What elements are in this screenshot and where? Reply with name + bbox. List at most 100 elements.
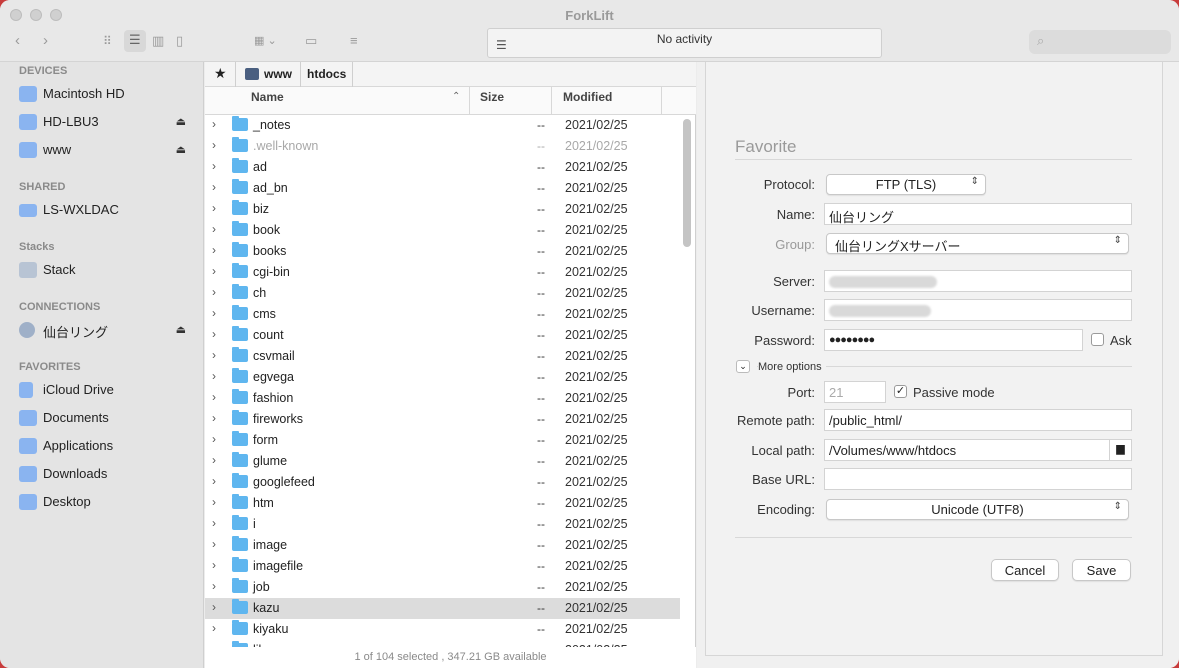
table-row[interactable]: › biz -- 2021/02/25 [205,199,680,220]
port-field[interactable]: 21 [824,381,886,403]
disclosure-chevron-icon[interactable]: › [212,474,216,488]
table-row[interactable]: › egvega -- 2021/02/25 [205,367,680,388]
table-row[interactable]: › kiyaku -- 2021/02/25 [205,619,680,640]
table-row[interactable]: › googlefeed -- 2021/02/25 [205,472,680,493]
disclosure-chevron-icon[interactable]: › [212,369,216,383]
name-field[interactable]: 仙台リング [824,203,1132,225]
table-row[interactable]: › htm -- 2021/02/25 [205,493,680,514]
table-row[interactable]: › books -- 2021/02/25 [205,241,680,262]
list-view-button[interactable]: ☰ [124,30,146,52]
table-row[interactable]: › book -- 2021/02/25 [205,220,680,241]
table-row[interactable]: › form -- 2021/02/25 [205,430,680,451]
table-row[interactable]: ›lib--2021/02/25 [205,640,680,647]
sidebar-item-connection[interactable]: 仙台リング ⏏ [19,320,194,342]
table-row[interactable]: › ad_bn -- 2021/02/25 [205,178,680,199]
eject-icon[interactable]: ⏏ [176,323,186,336]
password-field[interactable]: ●●●●●●●● [824,329,1083,351]
disclosure-chevron-icon[interactable]: › [212,138,216,152]
sidebar-item-hd-lbu3[interactable]: HD-LBU3 ⏏ [19,112,194,134]
disclosure-chevron-icon[interactable]: › [212,243,216,257]
sidebar-item-icloud-drive[interactable]: iCloud Drive [19,380,194,402]
base-url-field[interactable] [824,468,1132,490]
group-select[interactable]: 仙台リングXサーバー ⇕ [826,233,1129,254]
disclosure-chevron-icon[interactable]: › [212,621,216,635]
disclosure-chevron-icon[interactable]: › [212,390,216,404]
sidebar-item-www[interactable]: www ⏏ [19,140,194,162]
browse-folder-icon[interactable]: ▆ [1109,439,1131,461]
remote-path-field[interactable]: /public_html/ [824,409,1132,431]
server-field[interactable] [824,270,1132,292]
connect-icon[interactable]: ▭ [305,33,317,49]
disclosure-chevron-icon[interactable]: › [212,411,216,425]
disclosure-chevron-icon[interactable]: › [212,600,216,614]
disclosure-chevron-icon[interactable]: › [212,285,216,299]
table-row[interactable]: › cms -- 2021/02/25 [205,304,680,325]
table-row[interactable]: › .well-known -- 2021/02/25 [205,136,680,157]
table-row[interactable]: › count -- 2021/02/25 [205,325,680,346]
disclosure-chevron-icon[interactable]: › [212,222,216,236]
table-row[interactable]: › csvmail -- 2021/02/25 [205,346,680,367]
ask-checkbox[interactable] [1091,333,1104,346]
chevron-down-icon[interactable]: ⌄ [736,360,750,373]
table-row[interactable]: › kazu -- 2021/02/25 [205,598,680,619]
disclosure-chevron-icon[interactable]: › [212,516,216,530]
sidebar-item-documents[interactable]: Documents [19,408,194,430]
encoding-select[interactable]: Unicode (UTF8) ⇕ [826,499,1129,520]
disclosure-chevron-icon[interactable]: › [212,348,216,362]
disclosure-chevron-icon[interactable]: › [212,453,216,467]
group-menu-icon[interactable]: ▦ ⌄ [254,33,277,49]
breadcrumb-htdocs[interactable]: htdocs [307,67,346,81]
disclosure-chevron-icon[interactable]: › [212,117,216,131]
breadcrumb-www[interactable]: www [264,67,292,81]
disclosure-chevron-icon[interactable]: › [212,327,216,341]
more-options-label[interactable]: More options [758,361,826,373]
disclosure-chevron-icon[interactable]: › [212,537,216,551]
disclosure-chevron-icon[interactable]: › [212,180,216,194]
table-row[interactable]: › fashion -- 2021/02/25 [205,388,680,409]
local-path-field[interactable]: /Volumes/www/htdocs ▆ [824,439,1132,461]
column-modified-header[interactable]: Modified [563,90,612,104]
disclosure-chevron-icon[interactable]: › [212,264,216,278]
sidebar-item-downloads[interactable]: Downloads [19,464,194,486]
table-row[interactable]: › job -- 2021/02/25 [205,577,680,598]
disclosure-chevron-icon[interactable]: › [212,558,216,572]
table-row[interactable]: › imagefile -- 2021/02/25 [205,556,680,577]
coverflow-view-icon[interactable]: ▯ [176,33,183,49]
cancel-button[interactable]: Cancel [991,559,1059,581]
back-icon[interactable]: ‹ [15,33,20,49]
icon-view-icon[interactable]: ⠿ [103,33,112,49]
sidebar-item-stack[interactable]: Stack [19,260,194,282]
passive-mode-checkbox[interactable]: ✓ [894,385,907,398]
forward-icon[interactable]: › [43,33,48,49]
table-row[interactable]: › _notes -- 2021/02/25 [205,115,680,136]
new-item-icon[interactable]: ≡ [350,33,358,49]
username-field[interactable] [824,299,1132,321]
table-row[interactable]: › glume -- 2021/02/25 [205,451,680,472]
disclosure-chevron-icon[interactable]: › [212,432,216,446]
table-row[interactable]: › ch -- 2021/02/25 [205,283,680,304]
disclosure-chevron-icon[interactable]: › [212,579,216,593]
table-row[interactable]: › cgi-bin -- 2021/02/25 [205,262,680,283]
column-size-header[interactable]: Size [480,90,504,104]
eject-icon[interactable]: ⏏ [176,143,186,156]
disclosure-chevron-icon[interactable]: › [212,495,216,509]
column-view-icon[interactable]: ▥ [152,33,164,49]
sidebar-item-applications[interactable]: Applications [19,436,194,458]
disclosure-chevron-icon[interactable]: › [212,159,216,173]
table-row[interactable]: › ad -- 2021/02/25 [205,157,680,178]
protocol-select[interactable]: FTP (TLS) ⇕ [826,174,986,195]
eject-icon[interactable]: ⏏ [176,115,186,128]
table-row[interactable]: › image -- 2021/02/25 [205,535,680,556]
table-row[interactable]: › i -- 2021/02/25 [205,514,680,535]
sidebar-item-desktop[interactable]: Desktop [19,492,194,514]
scrollbar-thumb[interactable] [683,119,691,247]
save-button[interactable]: Save [1072,559,1131,581]
table-row[interactable]: › fireworks -- 2021/02/25 [205,409,680,430]
disclosure-chevron-icon[interactable]: › [212,201,216,215]
search-input[interactable]: ⌕ [1029,30,1171,54]
star-icon[interactable]: ★ [214,65,227,82]
sidebar-item-macintosh-hd[interactable]: Macintosh HD [19,84,194,106]
disclosure-chevron-icon[interactable]: › [212,306,216,320]
column-name-header[interactable]: Name [251,90,284,104]
sidebar-item-ls-wxldac[interactable]: LS-WXLDAC [19,200,194,222]
